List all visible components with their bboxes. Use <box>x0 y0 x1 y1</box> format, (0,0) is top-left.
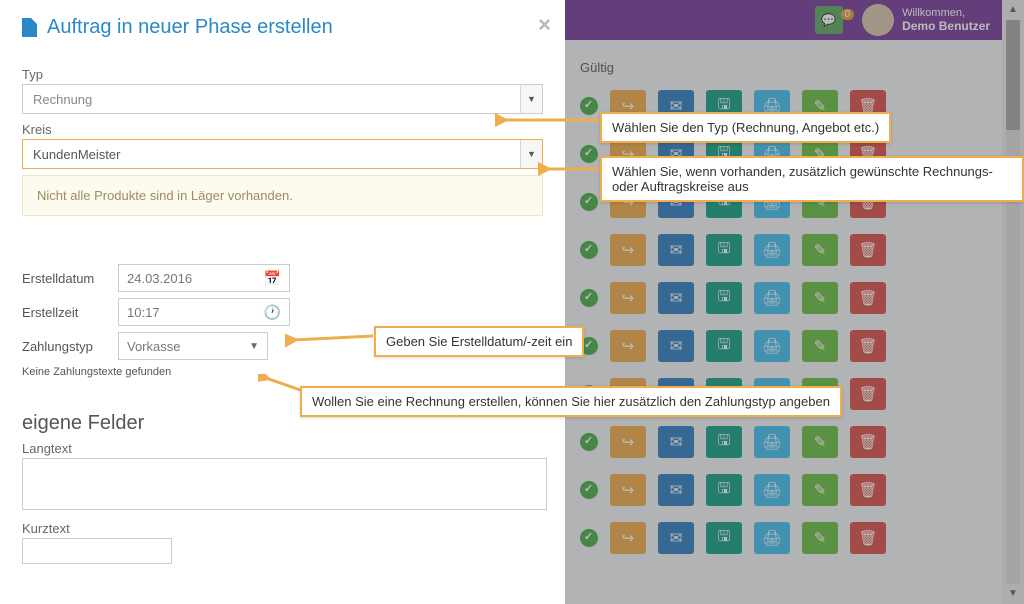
kreis-label: Kreis <box>22 122 543 137</box>
clock-icon[interactable]: 🕐 <box>264 304 281 321</box>
chevron-down-icon: ▼ <box>249 341 259 352</box>
document-icon <box>22 18 37 37</box>
callout-kreis: Wählen Sie, wenn vorhanden, zusätzlich g… <box>600 156 1024 202</box>
typ-label: Typ <box>22 67 543 82</box>
chevron-down-icon: ▼ <box>520 85 542 113</box>
kreis-value: KundenMeister <box>33 147 120 162</box>
modal-title: Auftrag in neuer Phase erstellen <box>22 16 543 39</box>
kreis-select[interactable]: KundenMeister ▼ <box>22 139 543 169</box>
kurztext-input[interactable] <box>22 538 172 564</box>
erstellzeit-label: Erstellzeit <box>22 305 112 320</box>
callout-typ: Wählen Sie den Typ (Rechnung, Angebot et… <box>600 112 891 143</box>
modal-dialog: × Auftrag in neuer Phase erstellen Typ R… <box>0 0 565 604</box>
warning-box: Nicht alle Produkte sind in Läger vorhan… <box>22 175 543 216</box>
chevron-down-icon: ▼ <box>520 140 542 168</box>
zahlungstyp-label: Zahlungstyp <box>22 339 112 354</box>
erstellzeit-input[interactable]: 10:17 🕐 <box>118 298 290 326</box>
callout-datum: Geben Sie Erstelldatum/-zeit ein <box>374 326 584 357</box>
erstelldatum-input[interactable]: 24.03.2016 📅 <box>118 264 290 292</box>
calendar-icon[interactable]: 📅 <box>264 270 281 287</box>
kurztext-label: Kurztext <box>22 521 543 536</box>
zahlungstyp-select[interactable]: Vorkasse ▼ <box>118 332 268 360</box>
typ-value: Rechnung <box>33 92 92 107</box>
close-icon[interactable]: × <box>538 12 551 38</box>
typ-select[interactable]: Rechnung ▼ <box>22 84 543 114</box>
zahlungstext-note: Keine Zahlungstexte gefunden <box>22 366 543 378</box>
langtext-textarea[interactable] <box>22 458 547 510</box>
erstelldatum-label: Erstelldatum <box>22 271 112 286</box>
callout-zahlungstyp: Wollen Sie eine Rechnung erstellen, könn… <box>300 386 842 417</box>
langtext-label: Langtext <box>22 441 543 456</box>
